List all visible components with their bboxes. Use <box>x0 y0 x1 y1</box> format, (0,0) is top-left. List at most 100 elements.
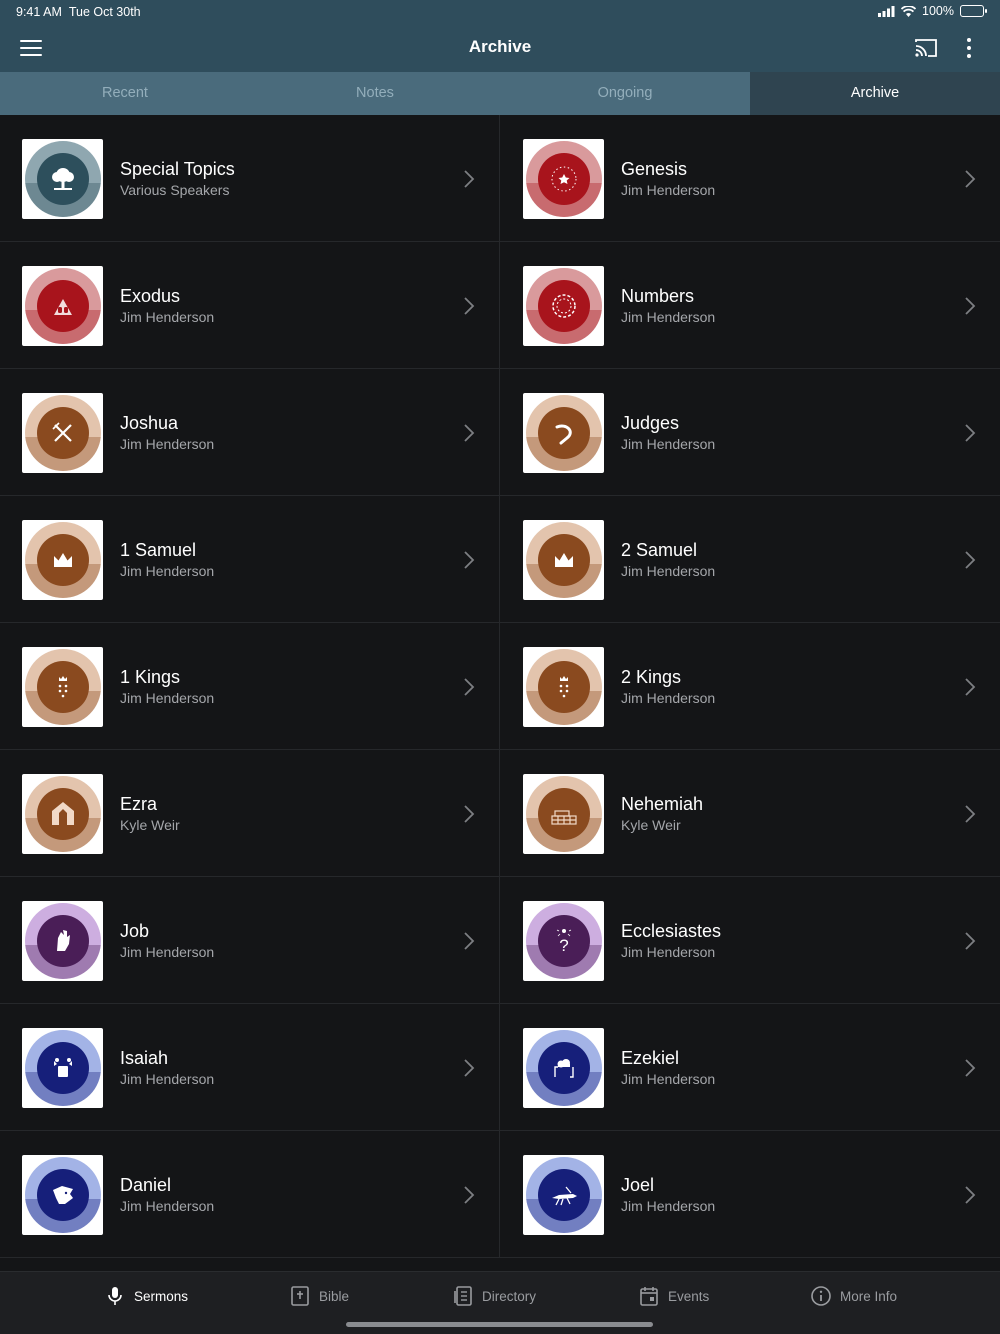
star-icon <box>551 166 576 192</box>
temple-icon <box>51 802 74 825</box>
series-speaker: Jim Henderson <box>120 944 215 960</box>
series-item[interactable]: Numbers Jim Henderson <box>500 242 1000 369</box>
series-item[interactable]: Exodus Jim Henderson <box>0 242 500 369</box>
chevron-right-icon <box>965 551 976 569</box>
series-artwork <box>22 774 103 854</box>
more-options-button[interactable] <box>960 38 978 58</box>
series-item[interactable]: Joshua Jim Henderson <box>0 369 500 496</box>
series-speaker: Jim Henderson <box>120 563 215 579</box>
series-title: Exodus <box>120 286 181 306</box>
battery-percent: 100% <box>922 4 954 18</box>
directory-icon <box>454 1286 472 1306</box>
series-speaker: Kyle Weir <box>621 817 681 833</box>
kings-icon <box>58 676 67 698</box>
series-artwork <box>523 520 604 600</box>
series-item[interactable]: 1 Samuel Jim Henderson <box>0 496 500 623</box>
series-speaker: Various Speakers <box>120 182 230 198</box>
bible-icon <box>291 1286 309 1306</box>
series-artwork: ? <box>523 901 604 981</box>
series-item[interactable]: Joel Jim Henderson <box>500 1131 1000 1258</box>
series-item[interactable]: Job Jim Henderson <box>0 877 500 1004</box>
series-speaker: Jim Henderson <box>621 182 716 198</box>
series-item[interactable]: 2 Samuel Jim Henderson <box>500 496 1000 623</box>
nav-bible[interactable]: Bible <box>289 1285 349 1307</box>
nav-sermons-label: Sermons <box>134 1288 189 1304</box>
series-artwork <box>22 139 103 219</box>
series-speaker: Jim Henderson <box>621 944 716 960</box>
nav-directory-label: Directory <box>482 1288 537 1304</box>
chevron-right-icon <box>464 1186 475 1204</box>
series-grid: Special Topics Various Speakers Genesis Jim… <box>0 115 1000 1271</box>
status-time: 9:41 AM Tue Oct 30th <box>16 5 141 19</box>
series-item[interactable]: Special Topics Various Speakers <box>0 115 500 242</box>
series-artwork <box>22 901 103 981</box>
series-speaker: Jim Henderson <box>120 690 215 706</box>
series-speaker: Jim Henderson <box>621 1198 716 1214</box>
tab-ongoing[interactable]: Ongoing <box>500 72 750 115</box>
question-icon: ? <box>556 929 571 955</box>
series-artwork <box>523 1155 604 1235</box>
series-title: Genesis <box>621 159 688 179</box>
series-title: Nehemiah <box>621 794 704 814</box>
series-title: 2 Samuel <box>621 540 698 560</box>
series-item[interactable]: Daniel Jim Henderson <box>0 1131 500 1258</box>
svg-text:?: ? <box>559 936 568 955</box>
series-speaker: Jim Henderson <box>120 1071 215 1087</box>
series-speaker: Jim Henderson <box>120 1198 215 1214</box>
series-artwork <box>523 393 604 473</box>
series-item[interactable]: Ezekiel Jim Henderson <box>500 1004 1000 1131</box>
series-artwork <box>22 1028 103 1108</box>
throne-icon <box>53 1058 72 1077</box>
series-item[interactable]: Ezra Kyle Weir <box>0 750 500 877</box>
tab-notes[interactable]: Notes <box>250 72 500 115</box>
series-item[interactable]: Judges Jim Henderson <box>500 369 1000 496</box>
circle-camp-icon <box>551 294 576 318</box>
series-title: Numbers <box>621 286 695 306</box>
series-speaker: Jim Henderson <box>120 309 215 325</box>
series-item[interactable]: Isaiah Jim Henderson <box>0 1004 500 1131</box>
series-title: Joshua <box>120 413 179 433</box>
series-speaker: Kyle Weir <box>120 817 180 833</box>
series-speaker: Jim Henderson <box>621 563 716 579</box>
nav-events[interactable]: Events <box>638 1285 709 1307</box>
bottom-nav: Sermons Bible Directory Events More Info <box>0 1271 1000 1334</box>
nav-more-info[interactable]: More Info <box>810 1285 897 1307</box>
series-speaker: Jim Henderson <box>621 1071 716 1087</box>
status-right: 100% <box>878 4 987 18</box>
nav-sermons[interactable]: Sermons <box>104 1285 188 1307</box>
microphone-icon <box>108 1287 122 1305</box>
series-item[interactable]: 2 Kings Jim Henderson <box>500 623 1000 750</box>
series-artwork <box>523 774 604 854</box>
series-speaker: Jim Henderson <box>621 309 716 325</box>
series-artwork <box>523 139 604 219</box>
tab-recent[interactable]: Recent <box>0 72 250 115</box>
info-icon <box>811 1286 831 1306</box>
battery-icon <box>960 5 987 17</box>
chevron-right-icon <box>464 170 475 188</box>
series-title: Ezra <box>120 794 158 814</box>
series-title: Ezekiel <box>621 1048 680 1068</box>
locust-icon <box>551 1186 577 1206</box>
series-title: Joel <box>621 1175 655 1195</box>
series-title: 1 Samuel <box>120 540 197 560</box>
crown-icon <box>554 553 573 567</box>
chevron-right-icon <box>464 424 475 442</box>
series-item[interactable]: 1 Kings Jim Henderson <box>0 623 500 750</box>
series-item[interactable]: ? Ecclesiastes Jim Henderson <box>500 877 1000 1004</box>
series-item[interactable]: Nehemiah Kyle Weir <box>500 750 1000 877</box>
nav-directory[interactable]: Directory <box>452 1285 536 1307</box>
chevron-right-icon <box>464 678 475 696</box>
series-title: Special Topics <box>120 159 235 179</box>
horn-icon <box>555 424 572 445</box>
wifi-icon <box>901 5 917 17</box>
tab-bar: Recent Notes Ongoing Archive <box>0 72 1000 115</box>
cast-icon[interactable] <box>914 37 938 59</box>
tab-archive[interactable]: Archive <box>750 72 1000 115</box>
crown-icon <box>53 553 72 567</box>
hand-icon <box>56 930 70 951</box>
chevron-right-icon <box>965 932 976 950</box>
series-item[interactable]: Genesis Jim Henderson <box>500 115 1000 242</box>
nav-events-label: Events <box>668 1288 710 1304</box>
series-speaker: Jim Henderson <box>621 690 716 706</box>
tablets-icon <box>53 299 72 315</box>
